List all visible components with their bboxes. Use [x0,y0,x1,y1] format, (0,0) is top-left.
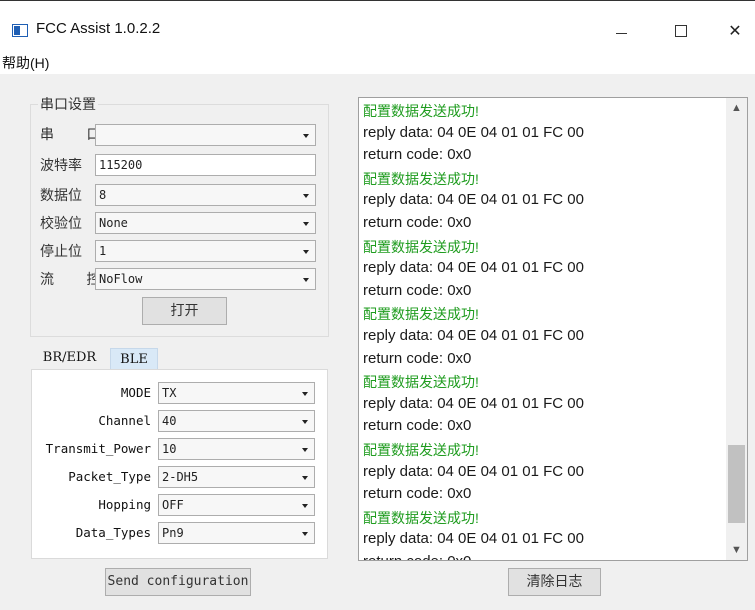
data-types-value: Pn9 [162,526,184,540]
open-port-button[interactable]: 打开 [142,297,227,325]
log-line-code: return code: 0x0 [363,214,472,231]
databits-select[interactable]: 8 [95,184,316,206]
log-line-code: return code: 0x0 [363,146,472,164]
data-types-select[interactable]: Pn9 [158,522,315,544]
chevron-down-icon [302,420,308,424]
channel-label: Channel [98,413,151,428]
scroll-up-icon[interactable]: ▲ [726,98,747,118]
log-line-ok: 配置数据发送成功! [363,103,479,119]
scroll-thumb[interactable] [728,445,745,523]
log-line-ok: 配置数据发送成功! [363,306,479,323]
stopbits-select[interactable]: 1 [95,240,316,262]
mode-label: MODE [120,385,151,400]
clear-log-button[interactable]: 清除日志 [508,568,601,596]
app-icon [12,24,28,37]
chevron-down-icon [302,504,308,508]
hopping-value: OFF [162,498,184,512]
transmit-power-label: Transmit_Power [45,441,151,456]
log-line-code: return code: 0x0 [363,349,472,367]
packet-type-label: Packet_Type [68,469,151,484]
packet-type-select[interactable]: 2-DH5 [158,466,315,488]
channel-select[interactable]: 40 [158,410,315,432]
serial-settings-title: 串口设置 [38,94,98,114]
mode-select[interactable]: TX [158,382,315,404]
log-line-ok: 配置数据发送成功! [363,509,479,526]
log-line-reply: reply data: 04 0E 04 01 01 FC 00 [363,191,584,209]
hopping-select[interactable]: OFF [158,494,315,516]
close-icon: ✕ [728,23,742,40]
scroll-down-icon[interactable]: ▼ [726,540,747,560]
baud-value: 115200 [99,158,143,172]
packet-type-value: 2-DH5 [162,470,199,484]
log-line-reply: reply data: 04 0E 04 01 01 FC 00 [363,123,584,141]
maximize-icon [675,25,687,37]
flow-value: NoFlow [99,272,143,286]
chevron-down-icon [302,532,308,536]
maximize-button[interactable] [658,15,704,47]
chevron-down-icon [303,250,309,254]
parity-label: 校验位 [40,216,82,232]
chevron-down-icon [303,134,309,138]
port-select[interactable] [95,124,316,146]
minimize-button[interactable] [598,15,644,47]
transmit-power-select[interactable]: 10 [158,438,315,460]
databits-value: 8 [99,188,107,202]
log-line-code: return code: 0x0 [363,553,471,560]
chevron-down-icon [302,476,308,480]
log-line-code: return code: 0x0 [363,417,472,435]
databits-label: 数据位 [40,188,82,204]
log-line-reply: reply data: 04 0E 04 01 01 FC 00 [363,462,584,480]
tab-ble[interactable]: BLE [110,348,158,370]
log-textarea[interactable]: 配置数据发送成功! reply data: 04 0E 04 01 01 FC 0… [358,97,748,561]
chevron-down-icon [303,278,309,282]
chevron-down-icon [302,392,308,396]
log-line-code: return code: 0x0 [363,485,472,503]
baud-input[interactable]: 115200 [95,154,316,176]
close-button[interactable]: ✕ [712,15,755,47]
minimize-icon [615,32,627,34]
transmit-power-value: 10 [162,442,177,456]
baud-label: 波特率 [40,158,82,174]
log-line-code: return code: 0x0 [363,281,472,299]
log-line-ok: 配置数据发送成功! [363,170,479,187]
parity-value: None [99,216,128,230]
title-bar: FCC Assist 1.0.2.2 ✕ [0,0,755,50]
data-types-label: Data_Types [75,525,151,540]
channel-value: 40 [162,414,177,428]
mode-value: TX [162,386,177,400]
log-line-reply: reply data: 04 0E 04 01 01 FC 00 [363,259,584,277]
log-line-ok: 配置数据发送成功! [363,238,479,255]
chevron-down-icon [303,222,309,226]
hopping-label: Hopping [98,497,151,512]
log-line-reply: reply data: 04 0E 04 01 01 FC 00 [363,327,584,344]
chevron-down-icon [302,448,308,452]
log-line-ok: 配置数据发送成功! [363,374,479,391]
flow-select[interactable]: NoFlow [95,268,316,290]
parity-select[interactable]: None [95,212,316,234]
menu-bar: 帮助(H) [0,50,755,74]
log-line-reply: reply data: 04 0E 04 01 01 FC 00 [363,530,584,548]
window-title: FCC Assist 1.0.2.2 [36,20,161,37]
send-configuration-button[interactable]: Send configuration [105,568,251,596]
log-line-reply: reply data: 04 0E 04 01 01 FC 00 [363,394,584,412]
menu-help[interactable]: 帮助(H) [0,53,51,73]
stopbits-label: 停止位 [40,244,82,260]
stopbits-value: 1 [99,244,107,258]
log-line-ok: 配置数据发送成功! [363,442,479,458]
tab-br-edr[interactable]: BR/EDR [31,346,108,370]
log-scrollbar[interactable]: ▲ ▼ [726,98,747,560]
chevron-down-icon [303,194,309,198]
